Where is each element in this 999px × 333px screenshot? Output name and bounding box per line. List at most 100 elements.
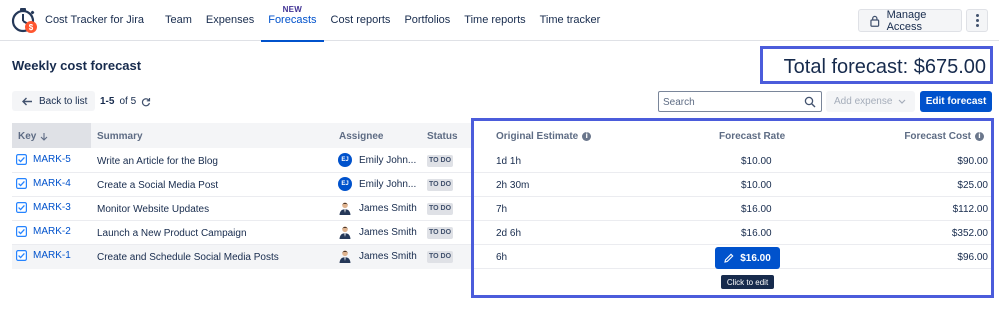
assignee-name: James Smith <box>359 226 417 238</box>
tab-label: Time reports <box>464 14 526 26</box>
edit-forecast-button[interactable]: Edit forecast <box>920 91 992 112</box>
issue-key-link[interactable]: MARK-2 <box>16 226 71 237</box>
tab-forecasts[interactable]: NEW Forecasts <box>261 0 324 42</box>
tab-label: Portfolios <box>404 14 451 26</box>
task-checkbox-icon <box>16 250 27 261</box>
tab-cost-reports[interactable]: Cost reports <box>324 0 398 41</box>
manage-access-button[interactable]: Manage Access <box>858 8 962 33</box>
forecast-cost: $352.00 <box>951 228 988 239</box>
tab-portfolios[interactable]: Portfolios <box>397 0 457 41</box>
chevron-down-icon <box>898 99 906 104</box>
forecast-rate[interactable]: $16.00 <box>741 228 772 239</box>
issue-key: MARK-4 <box>33 178 71 189</box>
assignee-name: James Smith <box>359 250 417 262</box>
table-row: MARK-1 Create and Schedule Social Media … <box>12 245 992 269</box>
more-options-button[interactable] <box>966 9 988 32</box>
avatar: EJ <box>338 177 352 191</box>
column-header-label: Forecast Cost <box>904 131 971 142</box>
table-row: MARK-5 Write an Article for the Blog EJ … <box>12 149 992 173</box>
column-header-status[interactable]: Status <box>427 131 458 142</box>
task-checkbox-icon <box>16 226 27 237</box>
arrow-left-icon <box>22 97 32 105</box>
forecast-rate[interactable]: $16.00 <box>741 204 772 215</box>
forecast-rate[interactable]: $10.00 <box>741 180 772 191</box>
paging-range: 1-5 <box>100 96 115 107</box>
assignee-name: Emily John... <box>359 154 417 166</box>
table-row: MARK-2 Launch a New Product Campaign Jam… <box>12 221 992 245</box>
search-field[interactable] <box>658 91 822 112</box>
status-badge: TO DO <box>427 203 454 215</box>
more-dots-icon <box>975 14 979 17</box>
issue-summary: Write an Article for the Blog <box>97 156 218 167</box>
issue-key-link[interactable]: MARK-4 <box>16 178 71 189</box>
lock-icon <box>870 15 880 27</box>
issue-key: MARK-3 <box>33 202 71 213</box>
status-badge: TO DO <box>427 179 454 191</box>
assignee: EJ Emily John... <box>338 177 416 191</box>
new-badge: NEW <box>282 5 303 14</box>
status-badge: TO DO <box>427 251 454 263</box>
avatar <box>339 226 351 239</box>
column-header-key[interactable]: Key <box>18 131 48 142</box>
table-header: Key Summary Assignee Status Original Est… <box>12 123 992 148</box>
column-header-forecast-rate: Forecast Rate <box>719 131 786 142</box>
issue-summary: Monitor Website Updates <box>97 204 210 215</box>
svg-text:$: $ <box>29 23 34 32</box>
info-icon[interactable]: i <box>582 132 592 141</box>
tab-label: Forecasts <box>268 14 317 26</box>
issue-key-link[interactable]: MARK-1 <box>16 250 71 261</box>
add-expense-label: Add expense <box>834 96 893 107</box>
tab-label: Cost reports <box>330 14 391 26</box>
tab-time-reports[interactable]: Time reports <box>457 0 532 41</box>
column-header-label: Original Estimate <box>496 131 579 142</box>
column-header-summary[interactable]: Summary <box>97 131 143 142</box>
forecast-cost: $112.00 <box>952 204 988 215</box>
tab-label: Time tracker <box>539 14 601 26</box>
edit-rate-button[interactable]: $16.00 <box>715 247 780 269</box>
original-estimate: 2d 6h <box>496 228 522 239</box>
manage-access-label: Manage Access <box>886 8 927 33</box>
original-estimate: 2h 30m <box>496 180 530 191</box>
assignee: James Smith <box>338 249 417 263</box>
table-row: MARK-4 Create a Social Media Post EJ Emi… <box>12 173 992 197</box>
refresh-icon[interactable] <box>141 97 151 107</box>
column-header-assignee[interactable]: Assignee <box>339 131 383 142</box>
column-header-label: Key <box>18 131 37 142</box>
click-to-edit-tooltip: Click to edit <box>721 275 774 289</box>
more-dots-icon <box>975 19 979 22</box>
forecast-cost: $90.00 <box>957 156 988 167</box>
tab-expenses[interactable]: Expenses <box>199 0 261 41</box>
add-expense-button: Add expense <box>826 91 915 112</box>
status-badge: TO DO <box>427 155 454 167</box>
pencil-icon <box>724 253 734 263</box>
assignee: EJ Emily John... <box>338 153 416 167</box>
forecast-cost: $25.00 <box>957 180 988 191</box>
main-tabs: Team Expenses NEW Forecasts Cost reports… <box>158 0 608 42</box>
avatar <box>339 202 351 215</box>
issue-key: MARK-2 <box>33 226 71 237</box>
issue-summary: Create a Social Media Post <box>97 180 219 191</box>
assignee: James Smith <box>338 201 417 215</box>
issue-key: MARK-5 <box>33 154 71 165</box>
back-to-list-button[interactable]: Back to list <box>12 91 95 111</box>
original-estimate: 1d 1h <box>496 156 522 167</box>
search-input[interactable] <box>663 95 803 109</box>
more-dots-icon <box>975 24 979 27</box>
tab-label: Team <box>165 14 192 26</box>
task-checkbox-icon <box>16 154 27 165</box>
tab-time-tracker[interactable]: Time tracker <box>533 0 608 41</box>
stopwatch-dollar-logo-icon: $ <box>11 8 37 33</box>
paging-info: 1-5 of 5 <box>100 96 151 107</box>
issue-key-link[interactable]: MARK-3 <box>16 202 71 213</box>
sort-arrow-down-icon <box>40 133 48 141</box>
info-icon[interactable]: i <box>975 132 984 141</box>
avatar <box>339 250 351 263</box>
issue-summary: Create and Schedule Social Media Posts <box>97 252 279 263</box>
assignee: James Smith <box>338 225 417 239</box>
avatar: EJ <box>338 153 352 167</box>
forecast-cost: $96.00 <box>957 252 988 263</box>
tab-team[interactable]: Team <box>158 0 199 41</box>
search-icon <box>804 96 816 108</box>
forecast-rate[interactable]: $10.00 <box>741 156 772 167</box>
issue-key-link[interactable]: MARK-5 <box>16 154 71 165</box>
